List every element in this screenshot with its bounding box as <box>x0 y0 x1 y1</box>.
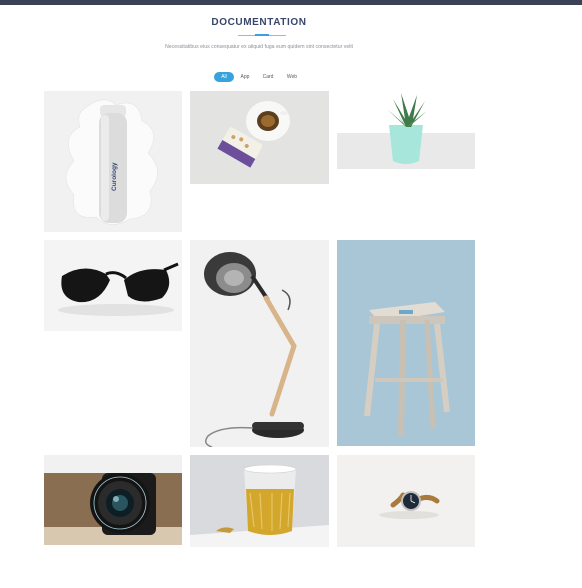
wrist-watch-image <box>337 455 475 547</box>
top-bar <box>0 0 582 5</box>
glass-of-drink-image <box>190 455 329 547</box>
sunglasses-image <box>44 240 182 331</box>
portfolio-item-wrist-watch[interactable] <box>337 455 475 547</box>
portfolio-item-coffee-cup[interactable] <box>190 91 329 184</box>
portfolio-item-camera-lens[interactable] <box>44 455 182 545</box>
potted-succulent-image <box>337 91 475 169</box>
portfolio-item-sunglasses[interactable] <box>44 240 182 331</box>
desk-lamp-image <box>190 240 329 447</box>
portfolio-item-cosmetic-bottle[interactable]: Curology <box>44 91 182 232</box>
camera-lens-image <box>44 455 182 545</box>
filter-web[interactable]: Web <box>283 72 301 82</box>
title-underline <box>238 34 286 36</box>
filter-all[interactable]: All <box>214 72 234 82</box>
title-underline-accent <box>255 34 269 36</box>
wooden-stool-image <box>337 240 475 446</box>
portfolio-item-glass-of-drink[interactable] <box>190 455 329 547</box>
portfolio-item-wooden-stool[interactable] <box>337 240 475 446</box>
bottle-brand-text: Curology <box>111 162 118 191</box>
filter-card[interactable]: Card <box>259 72 277 82</box>
portfolio-filters: All App Card Web <box>0 72 518 82</box>
section-title: DOCUMENTATION <box>211 17 307 28</box>
portfolio-item-desk-lamp[interactable] <box>190 240 329 447</box>
cosmetic-bottle-image: Curology <box>44 91 182 232</box>
portfolio-item-potted-succulent[interactable] <box>337 91 475 169</box>
filter-app[interactable]: App <box>237 72 253 82</box>
coffee-cup-image <box>190 91 329 184</box>
section-subtitle: Necessitatibus eius consequatur ex aliqu… <box>164 44 353 50</box>
